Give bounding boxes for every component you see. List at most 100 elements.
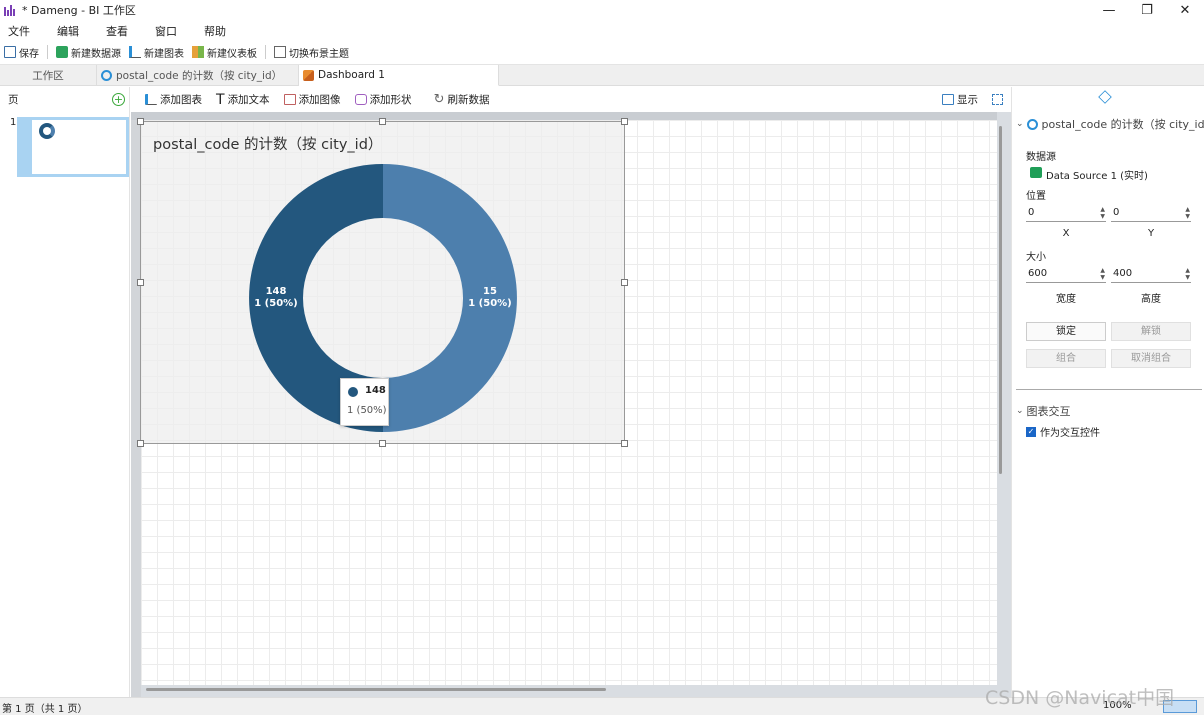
close-button[interactable]: ✕ bbox=[1166, 0, 1204, 20]
save-button[interactable]: 保存 bbox=[4, 45, 39, 60]
toolbar-separator bbox=[265, 45, 266, 59]
pages-header: 页 bbox=[8, 93, 19, 106]
tab-dashboard[interactable]: Dashboard 1 bbox=[299, 65, 499, 86]
height-field[interactable]: 400 ▲ ▼ bbox=[1111, 265, 1191, 283]
spinner-arrows-icon[interactable]: ▲ ▼ bbox=[1100, 267, 1105, 281]
add-image-button[interactable]: 添加图像 bbox=[283, 92, 341, 107]
refresh-data-button[interactable]: ↻ 刷新数据 bbox=[434, 92, 490, 107]
resize-handle-tl[interactable] bbox=[137, 118, 144, 125]
new-datasource-button[interactable]: 新建数据源 bbox=[56, 45, 121, 60]
menu-view[interactable]: 查看 bbox=[98, 23, 136, 39]
theme-icon bbox=[274, 46, 286, 58]
add-chart-label: 添加图表 bbox=[160, 94, 202, 106]
properties-panel: ⌄ postal_code 的计数（按 city_id） 数据源 Data So… bbox=[1011, 87, 1204, 697]
minimize-button[interactable]: — bbox=[1090, 0, 1128, 20]
text-icon: T bbox=[216, 91, 225, 108]
menu-bar: 文件 编辑 查看 窗口 帮助 bbox=[0, 20, 1204, 41]
menu-window[interactable]: 窗口 bbox=[147, 23, 185, 39]
chart-interaction-label: 图表交互 bbox=[1026, 405, 1071, 418]
new-chart-label: 新建图表 bbox=[144, 48, 184, 60]
document-tabs: 工作区 postal_code 的计数（按 city_id） Dashboard… bbox=[0, 64, 1204, 86]
new-datasource-label: 新建数据源 bbox=[71, 48, 121, 60]
refresh-icon: ↻ bbox=[433, 92, 445, 107]
page-thumbnail[interactable] bbox=[16, 117, 129, 177]
dashboard-icon bbox=[192, 46, 204, 58]
checkbox-checked-icon[interactable]: ✓ bbox=[1026, 426, 1036, 437]
add-chart-button[interactable]: 添加图表 bbox=[145, 92, 202, 107]
dashboard-canvas[interactable]: postal_code 的计数（按 city_id） 15 1 (50%) 148 1… bbox=[131, 112, 1011, 697]
dashboard-icon bbox=[303, 69, 314, 81]
chevron-down-icon[interactable]: ⌄ bbox=[1016, 406, 1024, 416]
save-icon bbox=[4, 46, 16, 58]
resize-handle-bl[interactable] bbox=[137, 440, 144, 447]
menu-file[interactable]: 文件 bbox=[0, 23, 38, 39]
tooltip-detail: 1 (50%) bbox=[347, 405, 387, 416]
tooltip-swatch bbox=[348, 387, 358, 397]
y-field[interactable]: 0 ▲ ▼ bbox=[1111, 204, 1191, 222]
group-button[interactable]: 组合 bbox=[1026, 349, 1106, 368]
x-field[interactable]: 0 ▲ ▼ bbox=[1026, 204, 1106, 222]
chart-widget[interactable]: postal_code 的计数（按 city_id） 15 1 (50%) 148 1… bbox=[137, 118, 628, 447]
interaction-control-label: 作为交互控件 bbox=[1040, 428, 1100, 439]
chart-interaction-section[interactable]: ⌄ 图表交互 bbox=[1016, 403, 1071, 419]
chart-icon bbox=[145, 94, 157, 105]
display-icon bbox=[942, 94, 954, 105]
properties-title: postal_code 的计数（按 city_id） bbox=[1041, 118, 1204, 131]
datasource-label: 数据源 bbox=[1026, 152, 1056, 163]
window-title: * Dameng - BI 工作区 bbox=[22, 4, 136, 17]
datasource-icon bbox=[56, 46, 68, 58]
donut-chart-icon bbox=[1026, 118, 1038, 130]
resize-handle-br[interactable] bbox=[621, 440, 628, 447]
refresh-data-label: 刷新数据 bbox=[447, 94, 490, 106]
ungroup-button[interactable]: 取消组合 bbox=[1111, 349, 1191, 368]
new-chart-button[interactable]: 新建图表 bbox=[129, 45, 184, 60]
position-label: 位置 bbox=[1026, 191, 1046, 202]
page-item[interactable]: 1 bbox=[0, 117, 129, 177]
interaction-control-option[interactable]: ✓ 作为交互控件 bbox=[1026, 424, 1100, 439]
add-shape-button[interactable]: 添加形状 bbox=[354, 92, 412, 107]
resize-handle-tc[interactable] bbox=[379, 118, 386, 125]
donut-chart-icon bbox=[101, 70, 112, 81]
height-value: 400 bbox=[1113, 268, 1133, 279]
width-label: 宽度 bbox=[1056, 294, 1076, 305]
slice-label: 15 bbox=[483, 286, 497, 297]
spinner-arrows-icon[interactable]: ▲ ▼ bbox=[1100, 206, 1105, 220]
menu-help[interactable]: 帮助 bbox=[196, 23, 234, 39]
add-page-button[interactable]: + bbox=[112, 92, 125, 106]
switch-theme-button[interactable]: 切换布景主题 bbox=[274, 45, 349, 60]
tab-chart-label: postal_code 的计数（按 city_id） bbox=[116, 70, 283, 82]
vertical-scrollbar[interactable] bbox=[999, 126, 1002, 474]
spinner-arrows-icon[interactable]: ▲ ▼ bbox=[1185, 267, 1190, 281]
spinner-arrows-icon[interactable]: ▲ ▼ bbox=[1185, 206, 1190, 220]
fullscreen-icon[interactable] bbox=[992, 94, 1003, 105]
width-field[interactable]: 600 ▲ ▼ bbox=[1026, 265, 1106, 283]
datasource-icon bbox=[1030, 167, 1042, 178]
slice-label: 1 (50%) bbox=[254, 298, 298, 309]
new-dashboard-label: 新建仪表板 bbox=[207, 48, 257, 60]
donut-chart-icon bbox=[38, 123, 55, 139]
chevron-down-icon[interactable]: ⌄ bbox=[1016, 119, 1024, 129]
menu-edit[interactable]: 编辑 bbox=[49, 23, 87, 39]
display-button[interactable]: 显示 bbox=[942, 92, 978, 107]
tab-chart[interactable]: postal_code 的计数（按 city_id） bbox=[97, 65, 299, 86]
slice-label: 148 bbox=[266, 286, 287, 297]
datasource-value[interactable]: Data Source 1 (实时) bbox=[1046, 167, 1148, 182]
resize-handle-bc[interactable] bbox=[379, 440, 386, 447]
lock-button[interactable]: 锁定 bbox=[1026, 322, 1106, 341]
main-toolbar: 保存 新建数据源 新建图表 新建仪表板 切换布景主题 bbox=[0, 42, 1204, 62]
horizontal-scrollbar[interactable] bbox=[146, 688, 606, 691]
maximize-button[interactable]: ❐ bbox=[1128, 0, 1166, 20]
add-image-label: 添加图像 bbox=[298, 94, 341, 106]
switch-theme-label: 切换布景主题 bbox=[289, 48, 349, 60]
shape-icon bbox=[354, 94, 367, 105]
properties-header[interactable]: ⌄ postal_code 的计数（按 city_id） bbox=[1016, 116, 1204, 132]
y-label: Y bbox=[1147, 228, 1155, 239]
app-logo-icon bbox=[4, 4, 16, 16]
resize-handle-mr[interactable] bbox=[621, 279, 628, 286]
resize-handle-ml[interactable] bbox=[137, 279, 144, 286]
resize-handle-tr[interactable] bbox=[621, 118, 628, 125]
add-text-button[interactable]: T 添加文本 bbox=[216, 92, 270, 108]
unlock-button[interactable]: 解锁 bbox=[1111, 322, 1191, 341]
tab-workspace[interactable]: 工作区 bbox=[0, 65, 97, 86]
new-dashboard-button[interactable]: 新建仪表板 bbox=[192, 45, 257, 60]
